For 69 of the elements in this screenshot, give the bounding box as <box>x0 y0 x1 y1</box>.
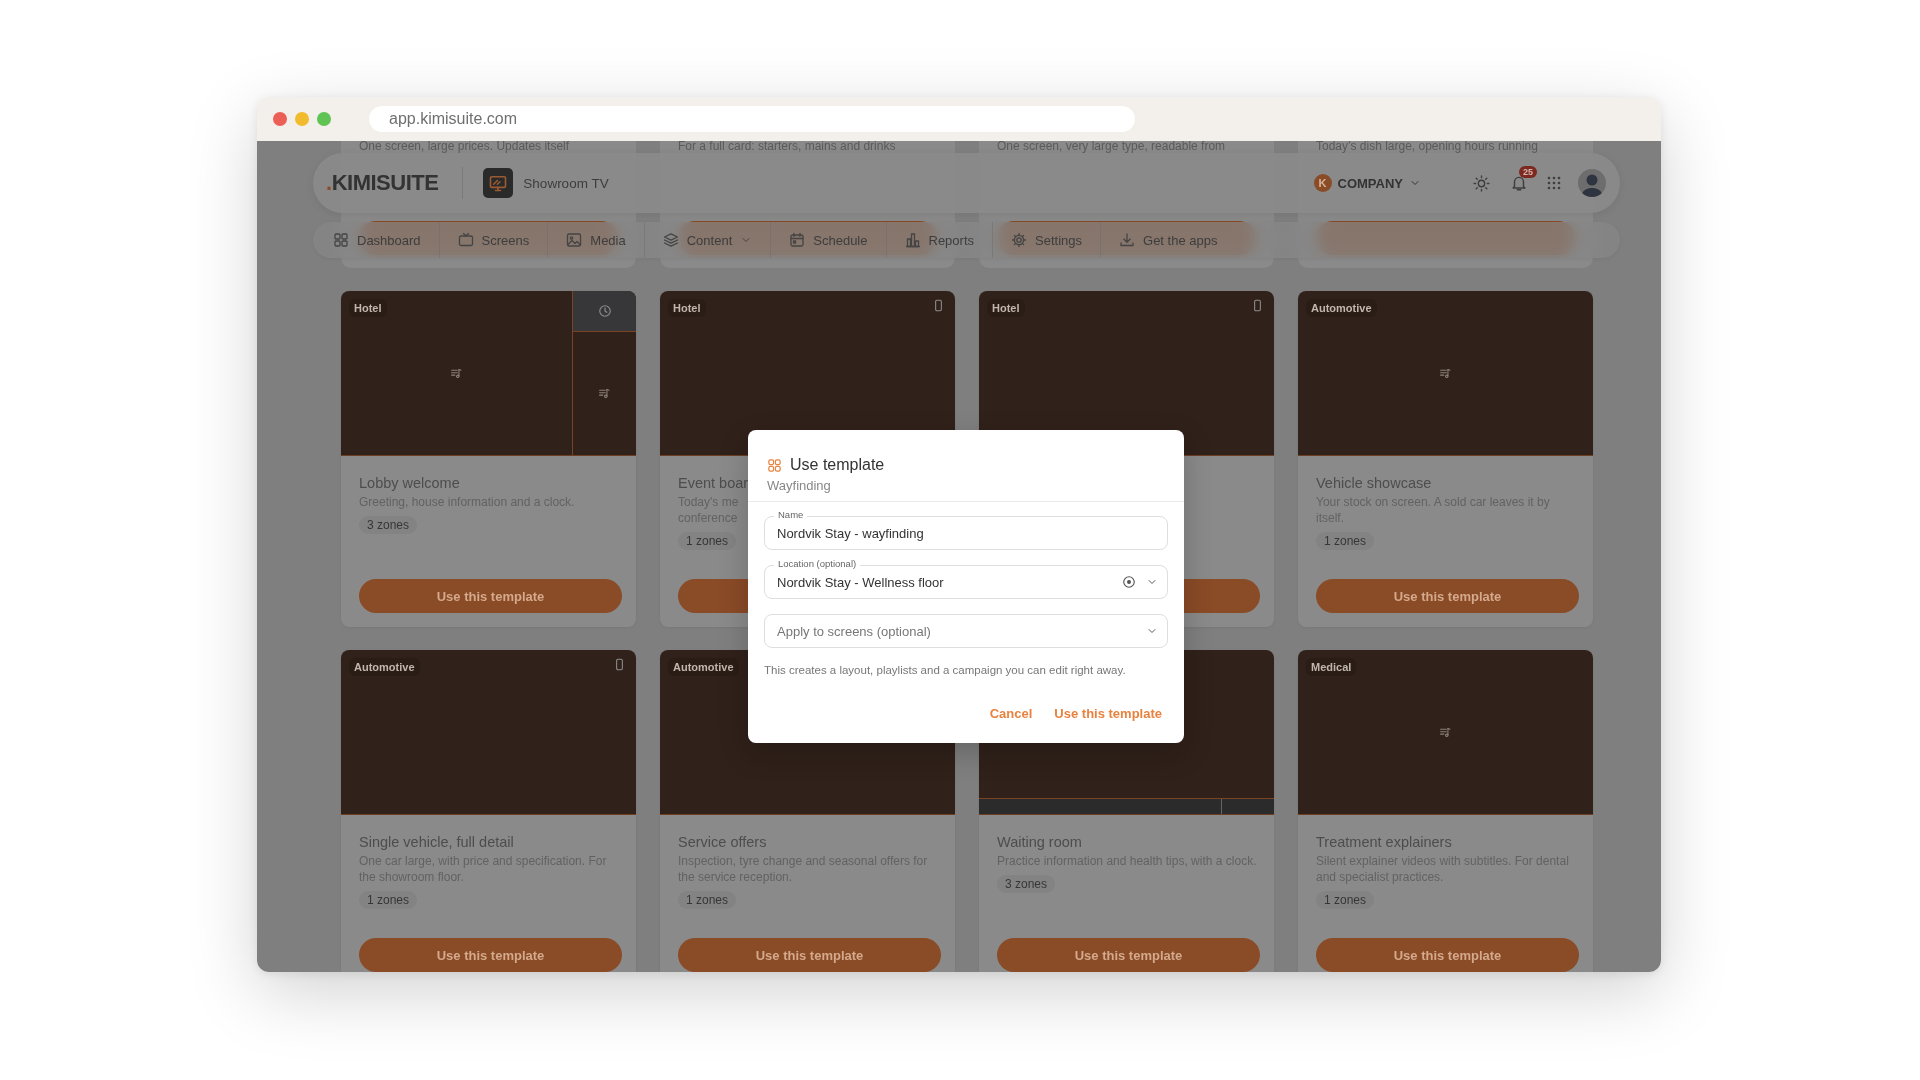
card-title: Waiting room <box>997 833 1082 851</box>
category-tag: Medical <box>1306 658 1357 676</box>
zones-count: 1 zones <box>678 532 737 550</box>
settings-icon <box>1011 232 1028 248</box>
dialog-action[interactable]: Cancel <box>989 706 1033 721</box>
use-template-button[interactable]: Use this template <box>359 579 622 613</box>
maximize-window-button[interactable] <box>317 112 331 126</box>
grid-icon <box>767 457 782 473</box>
zones-count: 1 zones <box>1316 532 1375 550</box>
nav-item[interactable]: Media <box>548 222 645 258</box>
category-tag: Automotive <box>1306 299 1377 317</box>
select-field[interactable]: Apply to screens (optional) <box>764 614 1168 648</box>
use-template-button[interactable]: Use this template <box>678 938 941 972</box>
zones-count: 1 zones <box>1316 891 1375 909</box>
card-title: Lobby welcome <box>359 474 460 492</box>
nav-item[interactable]: Reports <box>886 222 994 258</box>
card-title: Treatment explainers <box>1316 833 1452 851</box>
field-label: Name <box>774 509 808 521</box>
zones-count: 3 zones <box>359 516 418 534</box>
company-menu[interactable]: K COMPANY <box>1313 174 1421 192</box>
nav-item[interactable]: Schedule <box>771 222 887 258</box>
use-template-button[interactable]: Use this template <box>359 938 622 972</box>
screen-icon <box>488 173 509 193</box>
card-title: Event boar <box>678 474 749 492</box>
use-template-button[interactable]: Use this template <box>1316 579 1579 613</box>
help-text: This creates a layout, playlists and a campaign you can edit right away. <box>763 663 1127 678</box>
nav-item[interactable]: Settings <box>993 222 1101 258</box>
tv-icon <box>457 232 474 248</box>
category-tag: Hotel <box>987 299 1025 317</box>
card-title: Vehicle showcase <box>1316 474 1432 492</box>
use-template-button[interactable]: Use this template <box>1316 938 1579 972</box>
address-field[interactable]: app.kimisuite.com <box>369 106 1135 132</box>
theme-button[interactable] <box>1473 174 1490 192</box>
apps-grid-button[interactable] <box>1546 175 1562 191</box>
field-label: Location (optional) <box>774 558 861 570</box>
zones-count: 3 zones <box>997 875 1056 893</box>
dialog-title: Use template <box>790 456 885 474</box>
layers-icon <box>662 232 679 248</box>
close-window-button[interactable] <box>273 112 287 126</box>
dialog-action[interactable]: Use this template <box>1054 706 1162 721</box>
dialog-subtitle: Wayfinding <box>767 478 832 493</box>
logo[interactable]: .KIMISUITE <box>326 170 439 196</box>
category-tag: Hotel <box>668 299 706 317</box>
image-icon <box>566 232 583 248</box>
screen-name: Showroom TV <box>523 175 609 191</box>
zones-count: 1 zones <box>359 891 418 909</box>
notifications-button[interactable] <box>1510 174 1528 192</box>
nav-item[interactable]: Dashboard <box>313 222 440 258</box>
card-title: Single vehicle, full detail <box>359 833 514 851</box>
company-avatar: K <box>1313 174 1332 192</box>
category-tag: Automotive <box>668 658 739 676</box>
zones-count: 1 zones <box>678 891 737 909</box>
category-tag: Hotel <box>349 299 387 317</box>
bell-icon <box>1510 174 1528 192</box>
grid-icon <box>1546 175 1562 191</box>
use-template-button[interactable]: Use this template <box>997 938 1260 972</box>
nav-item[interactable]: Content <box>644 222 772 258</box>
user-avatar[interactable] <box>1578 169 1606 197</box>
download-icon <box>1119 232 1135 248</box>
bar-chart-icon <box>904 232 921 248</box>
dashboard-icon <box>333 232 349 248</box>
notification-badge: 25 <box>1519 166 1537 178</box>
card-title: Service offers <box>678 833 767 851</box>
nav-item[interactable]: Get the apps <box>1101 222 1236 258</box>
category-tag: Automotive <box>349 658 420 676</box>
nav-item[interactable]: Screens <box>439 222 549 258</box>
sun-icon <box>1473 174 1490 192</box>
playlist-icon <box>598 387 611 400</box>
calendar-icon <box>789 232 806 248</box>
